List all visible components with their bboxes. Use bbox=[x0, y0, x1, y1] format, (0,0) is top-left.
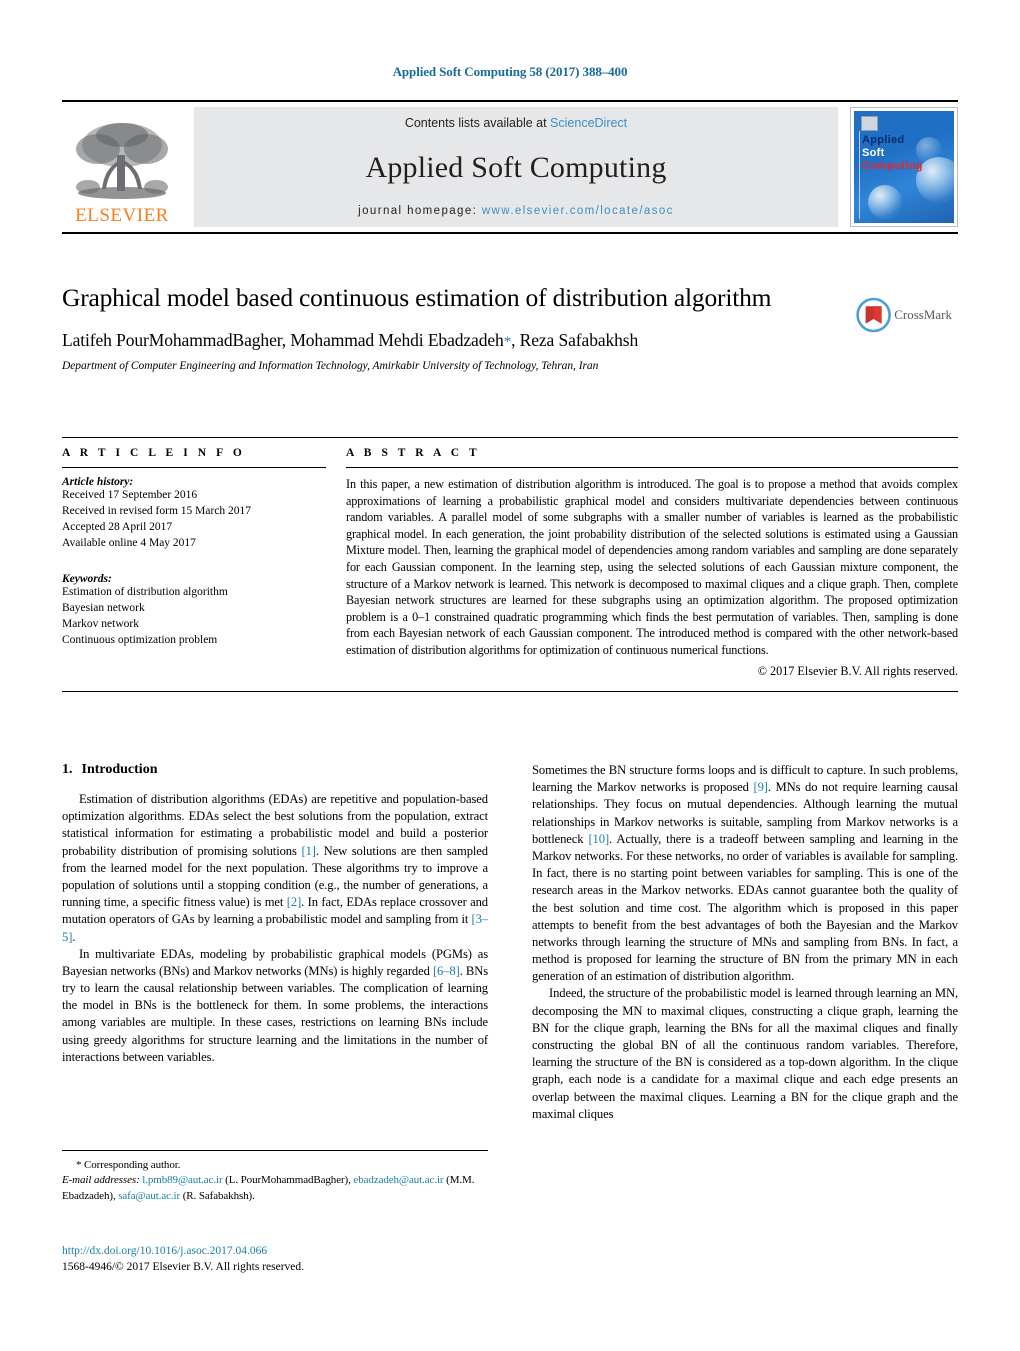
homepage-prefix: journal homepage: bbox=[358, 205, 482, 217]
elsevier-wordmark: ELSEVIER bbox=[75, 205, 169, 226]
corresponding-author-note: * Corresponding author. bbox=[76, 1159, 181, 1171]
abstract-copyright: © 2017 Elsevier B.V. All rights reserved… bbox=[757, 663, 958, 678]
body-column-left: 1. Introduction Estimation of distributio… bbox=[62, 762, 488, 1123]
paragraph-text: In multivariate EDAs, modeling by probab… bbox=[62, 946, 488, 978]
contents-prefix: Contents lists available at bbox=[404, 116, 551, 130]
abstract-heading: A B S T R A C T bbox=[346, 447, 481, 459]
journal-band: Contents lists available at ScienceDirec… bbox=[194, 107, 838, 227]
masthead-divider bbox=[62, 232, 958, 234]
section-title: Introduction bbox=[81, 762, 158, 777]
paragraph-text: . BNs try to learn the causal relationsh… bbox=[62, 963, 488, 1064]
homepage-url-link[interactable]: www.elsevier.com/locate/asoc bbox=[482, 205, 674, 217]
history-online: Available online 4 May 2017 bbox=[62, 536, 196, 549]
citation-ref[interactable]: [2] bbox=[287, 895, 301, 909]
section-number: 1. bbox=[62, 762, 73, 777]
keyword-item: Bayesian network bbox=[62, 602, 145, 615]
body-columns: 1. Introduction Estimation of distributio… bbox=[62, 762, 958, 1123]
contents-available-line: Contents lists available at ScienceDirec… bbox=[405, 116, 627, 130]
keywords-block: Keywords: Estimation of distribution alg… bbox=[62, 573, 326, 648]
cover-publisher-icon bbox=[861, 116, 878, 131]
paragraph: Estimation of distribution algorithms (E… bbox=[62, 791, 488, 946]
keyword-item: Estimation of distribution algorithm bbox=[62, 586, 228, 599]
keyword-item: Markov network bbox=[62, 618, 139, 631]
elsevier-tree-icon bbox=[76, 123, 168, 199]
info-abstract-section: A R T I C L E I N F O Article history: R… bbox=[62, 437, 958, 692]
email-owner-1: (L. PourMohammadBagher), bbox=[222, 1174, 351, 1187]
history-accepted: Accepted 28 April 2017 bbox=[62, 520, 173, 533]
article-history-label: Article history: bbox=[62, 476, 134, 488]
email-link-2[interactable]: ebadzadeh@aut.ac.ir bbox=[353, 1174, 443, 1186]
colophon-block: http://dx.doi.org/10.1016/j.asoc.2017.04… bbox=[62, 1244, 522, 1275]
info-abstract-bottom-divider bbox=[62, 690, 958, 692]
abstract-column: A B S T R A C T In this paper, a new est… bbox=[346, 438, 958, 679]
email-addresses-label: E-mail addresses: bbox=[62, 1174, 140, 1187]
paragraph-text: . bbox=[72, 929, 76, 944]
article-info-column: A R T I C L E I N F O Article history: R… bbox=[62, 438, 346, 679]
email-owner-3: (R. Safabakhsh). bbox=[180, 1189, 255, 1202]
body-column-right: Sometimes the BN structure forms loops a… bbox=[532, 762, 958, 1123]
email-link-1[interactable]: l.pmb89@aut.ac.ir bbox=[142, 1174, 222, 1186]
journal-homepage-line: journal homepage: www.elsevier.com/locat… bbox=[358, 205, 674, 217]
author-list: Latifeh PourMohammadBagher, Mohammad Meh… bbox=[62, 330, 842, 351]
abstract-divider bbox=[346, 467, 958, 468]
article-info-heading: A R T I C L E I N F O bbox=[62, 447, 246, 459]
cover-line-computing: Computing bbox=[862, 160, 923, 172]
journal-cover-thumbnail[interactable]: Applied Soft Computing bbox=[850, 107, 958, 227]
elsevier-logo: ELSEVIER bbox=[62, 107, 182, 227]
paragraph: In multivariate EDAs, modeling by probab… bbox=[62, 946, 488, 1066]
citation-ref[interactable]: [1] bbox=[301, 844, 315, 858]
affiliation: Department of Computer Engineering and I… bbox=[62, 359, 599, 372]
email-addresses-line: E-mail addresses: l.pmb89@aut.ac.ir (L. … bbox=[62, 1173, 488, 1204]
title-block: Graphical model based continuous estimat… bbox=[62, 283, 842, 372]
history-revised: Received in revised form 15 March 2017 bbox=[62, 504, 252, 517]
doi-link[interactable]: http://dx.doi.org/10.1016/j.asoc.2017.04… bbox=[62, 1244, 522, 1260]
citation-ref[interactable]: [9] bbox=[753, 780, 767, 794]
paper-page: Applied Soft Computing 58 (2017) 388–400 bbox=[0, 0, 1020, 1351]
sciencedirect-link[interactable]: ScienceDirect bbox=[550, 116, 627, 130]
issn-copyright-line: 1568-4946/© 2017 Elsevier B.V. All right… bbox=[62, 1260, 305, 1273]
crossmark-icon bbox=[856, 297, 891, 333]
footnote-block: * Corresponding author. E-mail addresses… bbox=[62, 1150, 488, 1204]
paragraph: Indeed, the structure of the probabilist… bbox=[532, 986, 958, 1121]
crossmark-badge[interactable]: CrossMark bbox=[856, 283, 952, 347]
email-link-3[interactable]: safa@aut.ac.ir bbox=[118, 1190, 180, 1202]
history-received: Received 17 September 2016 bbox=[62, 489, 198, 501]
crossmark-label: CrossMark bbox=[894, 307, 952, 322]
cover-line-applied: Applied bbox=[862, 134, 905, 146]
running-head: Applied Soft Computing 58 (2017) 388–400 bbox=[392, 64, 628, 79]
abstract-text: In this paper, a new estimation of distr… bbox=[346, 477, 958, 657]
citation-ref[interactable]: [10] bbox=[588, 832, 609, 846]
journal-masthead: ELSEVIER Contents lists available at Sci… bbox=[62, 100, 958, 234]
keywords-label: Keywords: bbox=[62, 573, 112, 586]
article-info-divider bbox=[62, 467, 326, 468]
journal-title: Applied Soft Computing bbox=[365, 150, 667, 184]
page-title: Graphical model based continuous estimat… bbox=[62, 283, 772, 312]
authors-primary: Latifeh PourMohammadBagher, Mohammad Meh… bbox=[62, 329, 504, 350]
keyword-item: Continuous optimization problem bbox=[62, 634, 218, 647]
cover-line-soft: Soft bbox=[862, 147, 885, 159]
citation-ref[interactable]: [6–8] bbox=[433, 964, 460, 978]
section-heading-introduction: 1. Introduction bbox=[62, 762, 488, 778]
paragraph-text: . Actually, there is a tradeoff between … bbox=[532, 831, 958, 984]
paragraph: Sometimes the BN structure forms loops a… bbox=[532, 762, 958, 985]
corresponding-author-marker: * bbox=[503, 333, 512, 350]
authors-secondary: , Reza Safabakhsh bbox=[511, 329, 639, 350]
